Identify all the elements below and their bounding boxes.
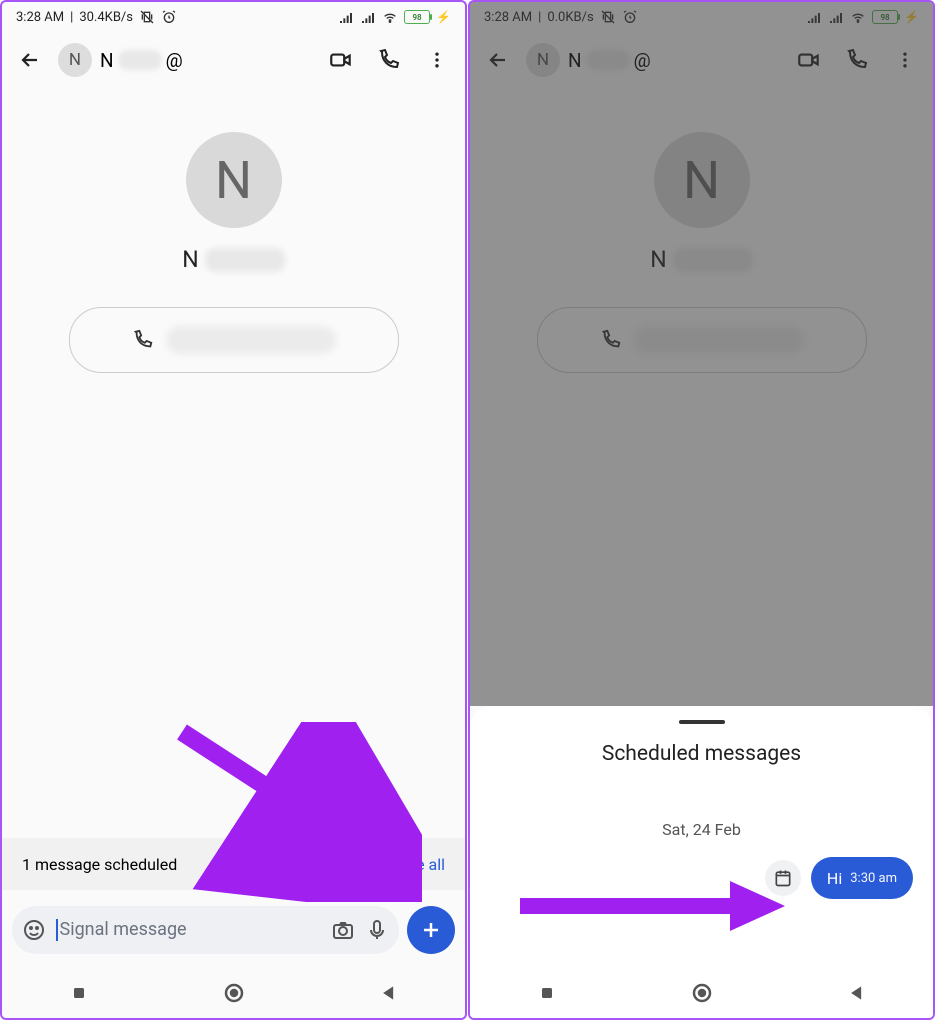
- alarm-icon: [622, 9, 638, 25]
- mic-icon[interactable]: [365, 918, 389, 942]
- nav-back-icon[interactable]: [847, 983, 867, 1003]
- message-time: 3:30 am: [850, 871, 897, 886]
- status-bar: 3:28 AM | 30.4KB/s 98 ⚡: [2, 2, 465, 32]
- profile-area: N N: [470, 132, 933, 373]
- phone-icon: [600, 329, 622, 351]
- calendar-icon[interactable]: [765, 860, 801, 896]
- more-menu-button[interactable]: [417, 40, 457, 80]
- call-card[interactable]: [69, 307, 399, 373]
- status-bar: 3:28 AM | 0.0KB/s 98 ⚡: [470, 2, 933, 32]
- more-menu-button[interactable]: [885, 40, 925, 80]
- status-sep: |: [538, 10, 541, 25]
- profile-avatar[interactable]: N: [654, 132, 750, 228]
- redacted-name: [118, 50, 162, 70]
- message-text: Hi: [827, 869, 842, 888]
- redacted-name-large: [673, 248, 753, 272]
- profile-name: N: [182, 246, 284, 273]
- message-input[interactable]: Signal message: [56, 919, 321, 941]
- status-net: 0.0KB/s: [547, 10, 593, 25]
- status-left: 3:28 AM | 0.0KB/s: [484, 9, 638, 25]
- nav-home-icon[interactable]: [222, 981, 246, 1005]
- voice-call-button[interactable]: [369, 40, 409, 80]
- signal-icon: [338, 9, 354, 25]
- nav-back-icon[interactable]: [379, 983, 399, 1003]
- header-avatar[interactable]: N: [58, 43, 92, 77]
- attach-button[interactable]: [407, 906, 455, 954]
- contact-title[interactable]: N @: [100, 49, 313, 72]
- composer-bar: Signal message: [12, 904, 455, 956]
- screen-right: 3:28 AM | 0.0KB/s 98 ⚡ N N @: [468, 0, 935, 1020]
- profile-avatar[interactable]: N: [186, 132, 282, 228]
- nav-bar: [2, 968, 465, 1018]
- redacted-number: [634, 326, 804, 354]
- signal-icon-2: [360, 9, 376, 25]
- see-all-link[interactable]: See all: [398, 855, 445, 874]
- sheet-handle[interactable]: [679, 720, 725, 724]
- wifi-icon: [850, 9, 866, 25]
- emoji-icon[interactable]: [22, 918, 46, 942]
- scheduled-banner[interactable]: 1 message scheduled See all: [2, 838, 465, 890]
- voice-call-button[interactable]: [837, 40, 877, 80]
- nav-recents-icon[interactable]: [69, 983, 89, 1003]
- header-avatar[interactable]: N: [526, 43, 560, 77]
- redacted-name: [586, 50, 630, 70]
- status-right: 98 ⚡: [806, 9, 919, 25]
- video-call-button[interactable]: [321, 40, 361, 80]
- back-button[interactable]: [10, 40, 50, 80]
- call-card[interactable]: [537, 307, 867, 373]
- scheduled-messages-sheet[interactable]: Scheduled messages Sat, 24 Feb Hi 3:30 a…: [470, 706, 933, 1018]
- scheduled-message-bubble[interactable]: Hi 3:30 am: [811, 857, 913, 899]
- battery-icon: 98: [872, 10, 898, 24]
- status-sep: |: [70, 10, 73, 25]
- signal-icon-2: [828, 9, 844, 25]
- sheet-date: Sat, 24 Feb: [662, 820, 741, 839]
- status-time: 3:28 AM: [484, 10, 532, 25]
- charging-icon: ⚡: [436, 10, 451, 24]
- back-button[interactable]: [478, 40, 518, 80]
- redacted-number: [166, 326, 336, 354]
- charging-icon: ⚡: [904, 10, 919, 24]
- camera-icon[interactable]: [331, 918, 355, 942]
- chat-header: N N @: [2, 32, 465, 88]
- status-right: 98 ⚡: [338, 9, 451, 25]
- status-net: 30.4KB/s: [79, 10, 133, 25]
- message-field[interactable]: Signal message: [12, 906, 399, 954]
- vibrate-icon: [600, 9, 616, 25]
- redacted-name-large: [205, 248, 285, 272]
- screen-left: 3:28 AM | 30.4KB/s 98 ⚡ N N @: [0, 0, 467, 1020]
- nav-home-icon[interactable]: [690, 981, 714, 1005]
- scheduled-count-text: 1 message scheduled: [22, 855, 177, 874]
- video-call-button[interactable]: [789, 40, 829, 80]
- profile-area: N N: [2, 132, 465, 373]
- contact-title[interactable]: N @: [568, 49, 781, 72]
- alarm-icon: [161, 9, 177, 25]
- signal-icon: [806, 9, 822, 25]
- battery-icon: 98: [404, 10, 430, 24]
- status-left: 3:28 AM | 30.4KB/s: [16, 9, 177, 25]
- profile-name: N: [650, 246, 752, 273]
- vibrate-icon: [139, 9, 155, 25]
- status-time: 3:28 AM: [16, 10, 64, 25]
- nav-recents-icon[interactable]: [537, 983, 557, 1003]
- sheet-title: Scheduled messages: [602, 742, 801, 766]
- chat-header: N N @: [470, 32, 933, 88]
- wifi-icon: [382, 9, 398, 25]
- scheduled-message-row: Hi 3:30 am: [470, 857, 933, 899]
- phone-icon: [132, 329, 154, 351]
- nav-bar: [470, 968, 933, 1018]
